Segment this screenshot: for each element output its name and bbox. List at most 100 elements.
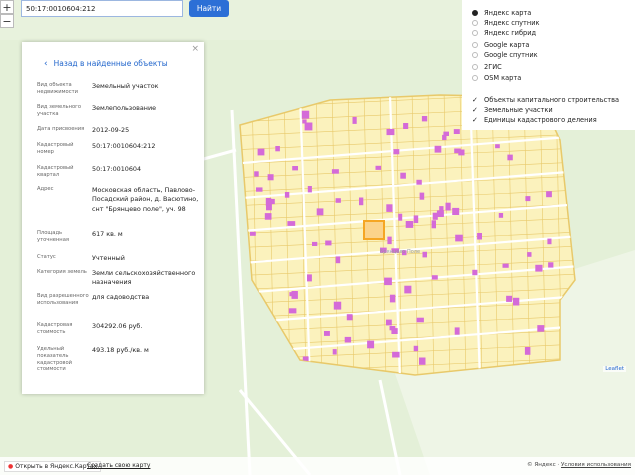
info-label: Кадастровый номер [37, 142, 74, 155]
info-label: Вид земельного участка [37, 104, 82, 117]
building [389, 294, 396, 303]
back-link-label: Назад в найденные объекты [53, 59, 168, 68]
building [301, 110, 310, 119]
building [267, 174, 274, 181]
building [359, 197, 364, 206]
checkbox-icon[interactable]: ✓ [472, 107, 478, 114]
map-view[interactable]: Брянцево Поле + − Найти × ‹ Назад в найде… [0, 0, 635, 475]
building [387, 236, 392, 245]
building [312, 241, 318, 246]
building [419, 357, 426, 365]
find-button[interactable]: Найти [189, 0, 229, 17]
selected-parcel [363, 220, 385, 240]
copyright: © Яндекс · Условия использования [526, 462, 631, 468]
building [421, 116, 428, 122]
info-value: Землепользование [92, 104, 157, 112]
checkbox-icon[interactable]: ✓ [472, 97, 478, 104]
back-to-results-link[interactable]: ‹ Назад в найденные объекты [44, 59, 168, 69]
radio-icon[interactable] [472, 64, 478, 70]
terms-link[interactable]: Условия использования [561, 462, 631, 468]
layer-label: Google карта [484, 41, 530, 49]
radio-icon[interactable] [472, 10, 478, 16]
info-value: 50:17:0010604 [92, 165, 142, 173]
building [431, 275, 438, 280]
building [398, 213, 403, 221]
building [324, 331, 330, 336]
zoom-in-button[interactable]: + [0, 0, 14, 14]
layer-label: Земельные участки [484, 106, 553, 114]
info-value: Учтенный [92, 254, 125, 262]
radio-icon[interactable] [472, 52, 478, 58]
building [275, 146, 280, 152]
building [546, 191, 552, 198]
building [445, 202, 451, 211]
building [495, 144, 500, 149]
info-label: Удельный показатель кадастровой стоимост… [37, 346, 73, 373]
building [389, 326, 396, 331]
building [439, 206, 444, 211]
building [386, 319, 392, 326]
radio-icon[interactable] [472, 20, 478, 26]
building [472, 269, 478, 276]
building [386, 128, 395, 136]
building [535, 264, 543, 272]
radio-icon[interactable] [472, 75, 478, 81]
bottom-bar: ● Открыть в Яндекс.Картах Создать свою ка… [0, 457, 635, 475]
building [331, 169, 339, 174]
building [307, 186, 312, 193]
checkbox-icon[interactable]: ✓ [472, 117, 478, 124]
building [527, 252, 532, 257]
info-label: Категория земель [37, 269, 87, 275]
building [325, 240, 332, 246]
building [547, 238, 552, 245]
building [507, 154, 513, 161]
zoom-out-button[interactable]: − [0, 14, 14, 28]
building [302, 119, 307, 124]
open-yandex-label: Открыть в Яндекс.Картах [15, 463, 98, 470]
create-map-link[interactable]: Создать свою карту [87, 462, 150, 469]
building [352, 116, 357, 124]
layer-label: Яндекс гибрид [484, 29, 537, 37]
copyright-text: © Яндекс [526, 462, 556, 468]
building [346, 314, 353, 321]
building [453, 129, 460, 134]
building [307, 274, 312, 282]
layer-label: OSM карта [484, 74, 522, 82]
building [502, 263, 509, 268]
close-icon[interactable]: × [191, 44, 199, 54]
building [304, 122, 313, 131]
building [393, 149, 400, 155]
layer-label: Объекты капитального строительства [484, 96, 620, 104]
building [413, 345, 419, 352]
building [375, 165, 382, 170]
info-label: Площадь уточненная [37, 230, 69, 243]
cadastral-search-input[interactable] [21, 0, 183, 17]
info-value: 493.18 руб./кв. м [92, 346, 149, 354]
layer-label: Единицы кадастрового деления [484, 116, 597, 124]
building [400, 172, 406, 179]
building [403, 123, 409, 129]
building [288, 308, 297, 314]
info-label: Статус [37, 254, 56, 260]
radio-icon[interactable] [472, 42, 478, 48]
building [416, 317, 424, 323]
building [332, 349, 337, 355]
building [452, 207, 460, 215]
info-value: 50:17:0010604:212 [92, 142, 156, 150]
info-value: 617 кв. м [92, 230, 123, 238]
layer-label: Google спутник [484, 51, 538, 59]
building [344, 336, 352, 343]
info-value: 2012-09-25 [92, 126, 130, 134]
building [284, 192, 290, 198]
radio-icon[interactable] [472, 30, 478, 36]
info-label: Вид разрешенного использования [37, 293, 89, 306]
info-value: 304292.06 руб. [92, 322, 143, 330]
leaflet-attribution-link[interactable]: Leaflet [603, 366, 626, 372]
building [537, 325, 545, 332]
building [436, 210, 444, 217]
building [386, 204, 393, 212]
building [316, 208, 324, 216]
building [384, 277, 392, 286]
building [506, 295, 513, 302]
building [455, 234, 463, 242]
